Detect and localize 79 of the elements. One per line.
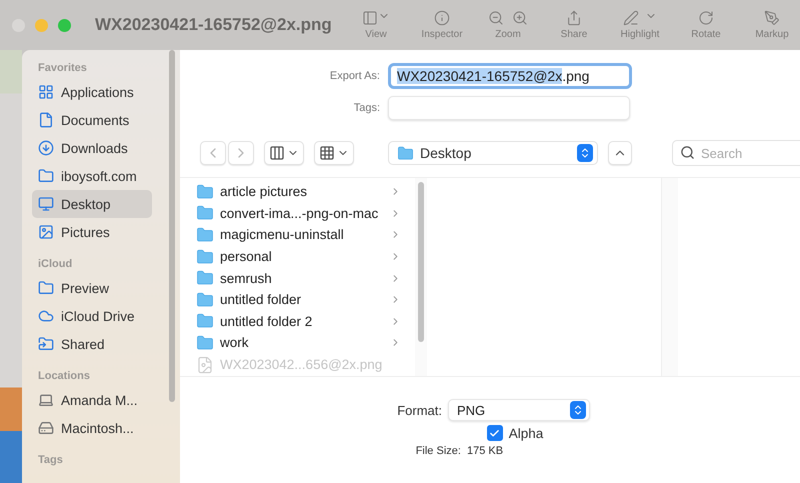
picture-icon [38, 224, 54, 240]
drive-icon [38, 420, 54, 436]
folder-icon [397, 144, 414, 162]
sidebar-item[interactable]: Applications [32, 78, 152, 106]
search-icon [680, 145, 695, 160]
stepper-icon [577, 144, 593, 162]
sidebar-item[interactable]: Downloads [32, 134, 152, 162]
folder-icon [196, 204, 214, 222]
group-view-button[interactable] [314, 141, 354, 165]
sidebar-item[interactable]: Desktop [32, 190, 152, 218]
desktop-icon [38, 196, 54, 212]
forward-button[interactable] [228, 141, 254, 165]
folder-icon [196, 182, 214, 201]
info-icon [434, 10, 450, 26]
grid-icon [319, 145, 335, 161]
folder-icon [196, 226, 214, 244]
sidebar-item[interactable]: Documents [32, 106, 152, 134]
sidebar-toggle-icon [362, 10, 390, 26]
field-label: Export As: [328, 70, 380, 82]
checkmark-icon [489, 428, 500, 438]
expand-button[interactable] [608, 141, 632, 165]
format-dropdown[interactable]: PNG [448, 399, 590, 421]
back-button[interactable] [200, 141, 226, 165]
folder-icon [196, 312, 214, 330]
pen-tip-icon [764, 10, 780, 26]
sidebar-item[interactable]: iCloud Drive [32, 302, 152, 330]
download-icon [38, 140, 54, 156]
file-item[interactable]: magicmenu-uninstall [180, 224, 415, 246]
section-title: Favorites [38, 62, 88, 74]
zoom-button[interactable] [58, 18, 71, 32]
file-size-value: 175 KB [466, 445, 504, 457]
section-title: Locations [38, 370, 91, 382]
section-title: Tags [38, 454, 64, 466]
folder-icon [196, 248, 214, 266]
sidebar-item[interactable]: Macintosh... [32, 414, 152, 442]
column-view-button[interactable] [264, 141, 304, 165]
location-dropdown[interactable]: Desktop [388, 141, 598, 165]
laptop-icon [38, 392, 54, 408]
minimize-button[interactable] [35, 18, 48, 32]
sidebar-item[interactable]: iboysoft.com [32, 162, 152, 190]
scrollbar[interactable] [169, 50, 175, 402]
file-item[interactable]: work [180, 332, 415, 354]
file-item[interactable]: convert-ima...-png-on-mac [180, 202, 415, 224]
columns-icon [269, 145, 285, 161]
folder-icon [196, 334, 214, 352]
shared-folder-icon [38, 336, 54, 352]
field-label: Format: [396, 402, 442, 418]
folder-icon [38, 280, 54, 296]
file-item[interactable]: article pictures [180, 181, 415, 203]
apps-icon [38, 84, 54, 100]
scrollbar[interactable] [418, 182, 424, 342]
document-icon [38, 112, 54, 128]
file-item[interactable]: semrush [180, 267, 415, 289]
field-label: File Size: [414, 445, 461, 457]
image-file-icon [196, 356, 214, 374]
pen-icon [623, 10, 657, 26]
cloud-icon [38, 308, 54, 324]
checkbox[interactable] [486, 425, 503, 441]
window-title: WX20230421-165752@2x.png [95, 15, 332, 35]
sidebar-item[interactable]: Shared [32, 330, 152, 358]
folder-icon [196, 269, 214, 288]
sidebar-item[interactable]: Amanda M... [32, 386, 152, 414]
stepper-icon [570, 401, 586, 419]
tags-field[interactable] [388, 96, 630, 120]
section-title: iCloud [38, 258, 74, 270]
zoom-icon [488, 10, 528, 26]
sidebar-item[interactable]: Preview [32, 274, 152, 302]
field-label: Tags: [352, 102, 380, 114]
folder-icon [196, 290, 214, 309]
filename-field[interactable]: WX20230421-165752@2x.png [388, 63, 632, 89]
file-item[interactable]: untitled folder 2 [180, 310, 415, 332]
share-icon [566, 10, 582, 26]
rotate-icon [698, 10, 714, 26]
search-field[interactable]: Search [672, 140, 800, 166]
file-item[interactable]: untitled folder [180, 288, 415, 311]
folder-icon [38, 168, 54, 184]
file-item[interactable]: personal [180, 246, 415, 268]
sidebar-item[interactable]: Pictures [32, 218, 152, 246]
checkbox-label: Alpha [508, 426, 544, 440]
